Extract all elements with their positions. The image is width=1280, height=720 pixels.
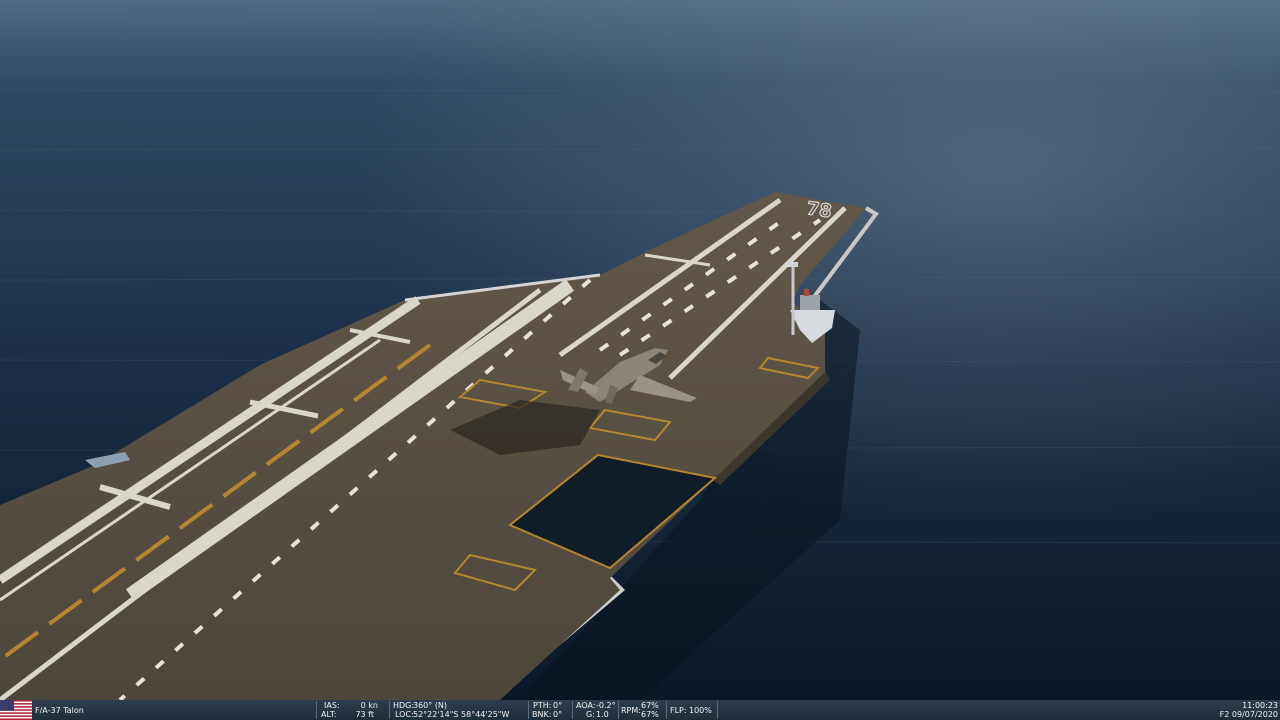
rpm-label: RPM: (621, 706, 641, 715)
hdg-label: HDG: (393, 701, 415, 710)
aoa-label: AOA: (576, 701, 596, 710)
bnk-value: 0° (553, 710, 563, 719)
hud-status-bar: F/A-37 Talon IAS: 0 kn ALT: 73 ft HDG: 3… (0, 700, 1280, 720)
attitude-readout: PTH: 0° BNK: 0° (531, 700, 571, 720)
hud-separator (528, 701, 529, 719)
us-flag-icon (0, 700, 32, 720)
flp-label: FLP: (670, 706, 687, 715)
rpm-readout: RPM: 67% 67% (620, 700, 664, 720)
hud-separator (618, 701, 619, 719)
clock-readout: 11:00:23 F2 09/07/2020 (1198, 700, 1278, 720)
ias-value: 0 kn (360, 701, 378, 710)
hud-separator (666, 701, 667, 719)
rpm-value-1: 67% (641, 701, 659, 710)
alt-value: 73 ft (355, 710, 374, 719)
pth-value: 0° (553, 701, 563, 710)
hdg-value: 360° (N) (413, 701, 448, 710)
aoa-value: -0.2° (596, 701, 616, 710)
hud-separator (717, 701, 718, 719)
rpm-value-2: 67% (641, 710, 659, 719)
flp-value: 100% (689, 706, 712, 715)
game-viewport[interactable]: 78 (0, 0, 1280, 700)
speed-alt-readout: IAS: 0 kn ALT: 73 ft (318, 700, 380, 720)
scene-svg: 78 (0, 0, 1280, 700)
flaps-readout: FLP: 100% (669, 700, 717, 720)
hud-separator (572, 701, 573, 719)
g-value: 1.0 (596, 710, 609, 719)
ias-label: IAS: (324, 701, 340, 710)
aircraft-name: F/A-37 Talon (35, 706, 84, 715)
heading-location-readout: HDG: 360° (N) LOC: 52°22'14"S 58°44'25"W (392, 700, 526, 720)
aoa-g-readout: AOA: -0.2° G: 1.0 (575, 700, 619, 720)
g-label: G: (586, 710, 595, 719)
clock-time: 11:00:23 (1242, 701, 1278, 710)
loc-label: LOC: (395, 710, 414, 719)
clock-date: F2 09/07/2020 (1219, 710, 1278, 719)
hud-separator (389, 701, 390, 719)
hud-separator (316, 701, 317, 719)
hull-number: 78 (805, 198, 833, 222)
pth-label: PTH: (533, 701, 552, 710)
bnk-label: BNK: (532, 710, 552, 719)
alt-label: ALT: (321, 710, 337, 719)
loc-value: 52°22'14"S 58°44'25"W (413, 710, 510, 719)
